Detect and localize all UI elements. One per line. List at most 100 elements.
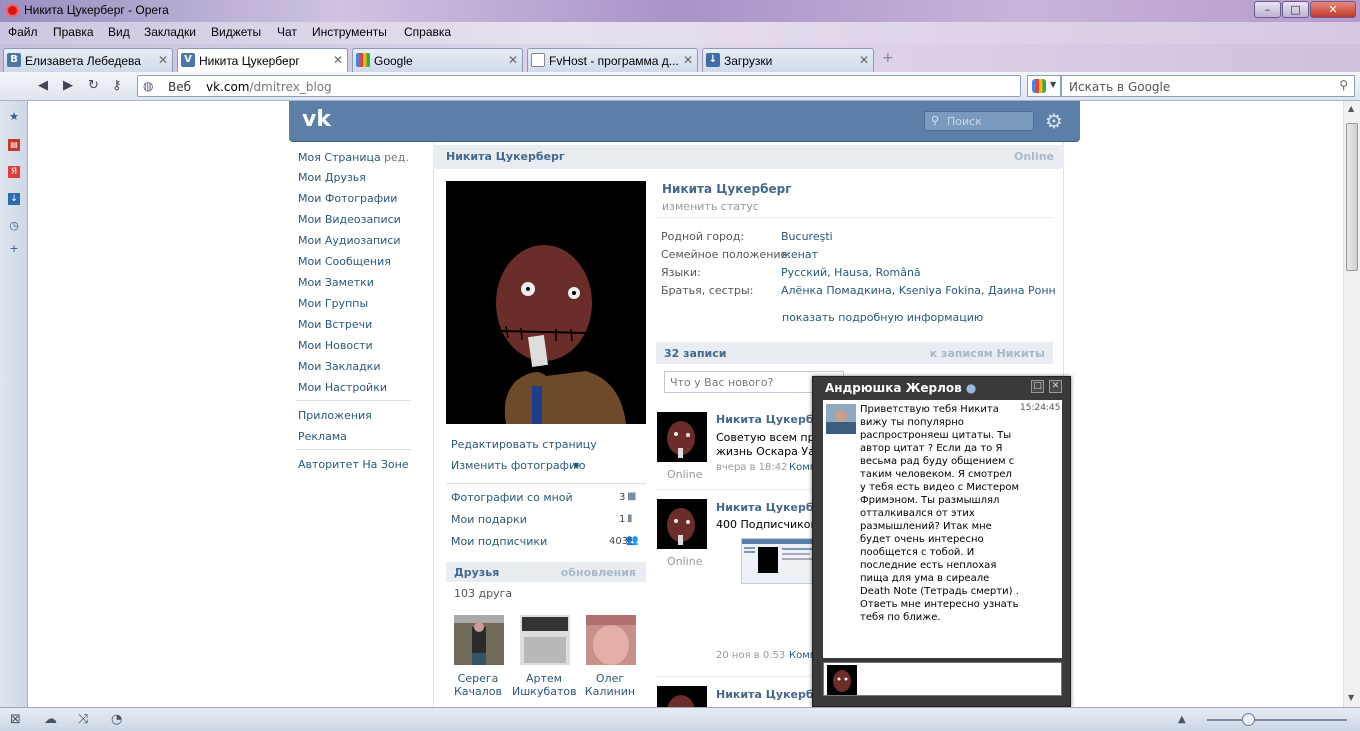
friend-photo[interactable] — [520, 615, 570, 665]
menu-widgets[interactable]: Виджеты — [211, 25, 261, 39]
close-icon[interactable]: ✕ — [508, 53, 518, 67]
change-status-link[interactable]: изменить статус — [662, 200, 759, 213]
nav-apps[interactable]: Приложения — [298, 409, 372, 422]
nav-videos[interactable]: Мои Видеозаписи — [298, 213, 401, 226]
friend-name[interactable]: Олег Калинин — [578, 672, 642, 698]
post-avatar[interactable] — [657, 412, 707, 462]
close-icon[interactable]: ✕ — [333, 53, 343, 67]
back-icon[interactable]: ◀ — [38, 78, 48, 93]
nav-my-page[interactable]: Моя Страница — [298, 151, 381, 164]
nav-settings[interactable]: Мои Настройки — [298, 381, 387, 394]
vk-logo[interactable]: vk — [302, 107, 331, 132]
chat-close-button[interactable]: ✕ — [1049, 380, 1062, 393]
wall-posts-link[interactable]: к записям Никиты — [930, 347, 1045, 360]
friend-first-name: Серега — [457, 672, 499, 685]
tab-downloads[interactable]: ↓ Загрузки ✕ — [702, 48, 874, 72]
key-icon[interactable]: ⚷ — [112, 78, 122, 93]
menu-file[interactable]: Файл — [8, 25, 38, 39]
close-icon[interactable]: ✕ — [158, 53, 168, 67]
search-engine-selector[interactable]: ▼ — [1027, 75, 1061, 97]
history-clock-icon[interactable]: ◷ — [8, 220, 20, 232]
scroll-up-icon[interactable]: ▲ — [1348, 104, 1354, 113]
menu-view[interactable]: Вид — [108, 25, 130, 39]
gear-icon[interactable]: ⚙ — [1045, 109, 1063, 133]
chat-input[interactable] — [823, 662, 1062, 696]
scrollbar-thumb[interactable] — [1346, 123, 1358, 271]
nav-events[interactable]: Мои Встречи — [298, 318, 372, 331]
nav-audio[interactable]: Мои Аудиозаписи — [298, 234, 401, 247]
nav-news[interactable]: Мои Новости — [298, 339, 373, 352]
downloads-panel-icon[interactable]: ↓ — [8, 193, 20, 205]
zoom-up-icon[interactable]: ▲ — [1178, 714, 1186, 725]
vk-search-input[interactable]: ⚲ Поиск — [924, 111, 1034, 131]
info-value-languages[interactable]: Русский, Hausa, Română — [781, 266, 921, 279]
friend-photo[interactable] — [586, 615, 636, 665]
close-icon[interactable]: ✕ — [683, 53, 693, 67]
chat-title[interactable]: Андрюшка Жерлов ● — [825, 381, 976, 395]
yandex-icon[interactable]: Я — [8, 166, 20, 178]
sender-avatar[interactable] — [826, 404, 856, 434]
new-tab-icon[interactable]: + — [882, 50, 894, 66]
gifts-link[interactable]: Мои подарки — [451, 513, 527, 526]
notes-icon[interactable]: ▤ — [8, 139, 20, 151]
reload-icon[interactable]: ↻ — [88, 78, 99, 93]
add-panel-icon[interactable]: + — [8, 243, 20, 255]
menu-chat[interactable]: Чат — [277, 25, 297, 39]
friend-photo[interactable] — [454, 615, 504, 665]
friend-name[interactable]: Артем Ишкубатов — [512, 672, 577, 698]
opera-unite-icon[interactable]: ☁ — [44, 712, 57, 727]
turbo-icon[interactable]: ◔ — [111, 712, 122, 727]
friends-title[interactable]: Друзья — [454, 566, 499, 579]
post-avatar[interactable] — [657, 686, 707, 707]
nav-group-link[interactable]: Авторитет На Зоне — [298, 458, 409, 471]
post-date[interactable]: вчера в 18:42 — [716, 462, 788, 473]
friends-updates-link[interactable]: обновления — [561, 566, 636, 579]
address-field[interactable]: ◍ Веб vk.com/dmitrex_blog — [137, 75, 1021, 97]
info-value-siblings[interactable]: Алёнка Помадкина, Kseniya Fokina, Даина … — [781, 284, 1056, 297]
menu-edit[interactable]: Правка — [53, 25, 94, 39]
minimize-button[interactable]: – — [1254, 1, 1281, 18]
forward-icon[interactable]: ▶ — [63, 78, 73, 93]
scroll-down-icon[interactable]: ▼ — [1348, 693, 1354, 702]
nav-notes[interactable]: Мои Заметки — [298, 276, 374, 289]
tab-nikita[interactable]: V Никита Цукерберг ✕ — [177, 48, 348, 72]
zoom-slider-knob[interactable] — [1242, 713, 1255, 726]
search-input[interactable]: Искать в Google ⚲ — [1061, 75, 1355, 97]
subscribers-link[interactable]: Мои подписчики — [451, 535, 547, 548]
close-window-button[interactable]: ✕ — [1310, 1, 1356, 18]
maximize-button[interactable]: □ — [1282, 1, 1309, 18]
nav-messages[interactable]: Мои Сообщения — [298, 255, 391, 268]
post-date[interactable]: 20 ноя в 0:53 — [716, 650, 785, 661]
search-icon[interactable]: ⚲ — [1339, 78, 1348, 92]
edit-page-link[interactable]: Редактировать страницу — [451, 438, 597, 451]
menu-tools[interactable]: Инструменты — [312, 25, 387, 39]
nav-ads[interactable]: Реклама — [298, 430, 347, 443]
nav-bookmarks[interactable]: Мои Закладки — [298, 360, 380, 373]
nav-edit-link[interactable]: ред. — [384, 151, 409, 164]
zoom-slider-track[interactable] — [1207, 719, 1347, 721]
info-value-relationship[interactable]: женат — [781, 248, 818, 261]
change-photo-link[interactable]: Изменить фотографию — [451, 459, 585, 472]
tab-elizaveta[interactable]: B Елизавета Лебедева ✕ — [3, 48, 173, 72]
post-image[interactable] — [741, 538, 816, 584]
photos-with-me-link[interactable]: Фотографии со мной — [451, 491, 573, 504]
menu-bookmarks[interactable]: Закладки — [144, 25, 196, 39]
info-value-hometown[interactable]: Bucureşti — [781, 230, 833, 243]
nav-friends[interactable]: Мои Друзья — [298, 171, 366, 184]
url-text[interactable]: vk.com/dmitrex_blog — [206, 80, 332, 94]
profile-avatar[interactable] — [446, 181, 646, 424]
show-more-info-link[interactable]: показать подробную информацию — [782, 311, 983, 324]
nav-photos[interactable]: Мои Фотографии — [298, 192, 397, 205]
post-avatar[interactable] — [657, 499, 707, 549]
opera-link-icon[interactable]: ⤨ — [78, 712, 88, 727]
friend-name[interactable]: Серега Качалов — [446, 672, 510, 698]
tab-fvhost[interactable]: FvHost - программа д... ✕ — [527, 48, 698, 72]
menu-help[interactable]: Справка — [404, 25, 451, 39]
page-scrollbar[interactable]: ▲ ▼ — [1343, 101, 1360, 707]
chat-maximize-button[interactable]: □ — [1031, 380, 1044, 393]
close-icon[interactable]: ✕ — [859, 53, 869, 67]
panel-toggle-icon[interactable]: ⊠ — [10, 712, 21, 727]
bookmarks-star-icon[interactable]: ★ — [8, 111, 20, 123]
nav-groups[interactable]: Мои Группы — [298, 297, 368, 310]
tab-google[interactable]: Google ✕ — [352, 48, 523, 72]
